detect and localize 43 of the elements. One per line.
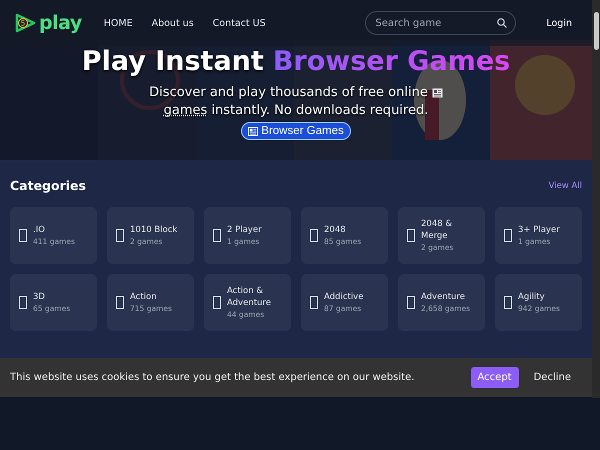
placeholder-icon [116, 296, 124, 309]
category-name: 2048 [324, 224, 347, 236]
newspaper-icon [432, 88, 443, 98]
nav-link[interactable]: About us [152, 18, 194, 28]
decline-button[interactable]: Decline [526, 367, 578, 388]
category-name: Adventure [421, 290, 466, 302]
scrollbar[interactable] [592, 0, 600, 398]
placeholder-icon [407, 296, 415, 309]
placeholder-icon [19, 229, 27, 242]
cookie-message: This website uses cookies to ensure you get the best experience on our website. [10, 372, 416, 383]
placeholder-icon [116, 229, 124, 242]
category-name: 2048 & Merge [421, 218, 453, 242]
browser-games-badge[interactable]: Browser Games [241, 122, 351, 140]
category-name: 1010 Block [130, 224, 178, 236]
category-name: Action [130, 290, 158, 302]
hero-title: Play Instant [82, 46, 264, 77]
nav-link[interactable]: HOME [104, 18, 133, 28]
hero-subtitle: games instantly. No downloads required. [164, 102, 428, 120]
placeholder-icon [407, 229, 415, 242]
search-icon[interactable] [497, 18, 508, 28]
category-name: Action & Adventure [227, 284, 272, 308]
newspaper-icon [248, 126, 258, 136]
section-title: Categories [10, 178, 86, 193]
category-name: 3+ Player [518, 224, 560, 236]
placeholder-icon [310, 296, 318, 309]
placeholder-icon [19, 296, 27, 309]
category-name: .IO [33, 224, 46, 236]
category-name: 2 Player [227, 224, 262, 236]
logo-text: play [39, 12, 82, 34]
placeholder-icon [213, 296, 221, 309]
placeholder-icon [504, 296, 512, 309]
placeholder-icon [504, 229, 512, 242]
hero-subtitle: Discover and play thousands of free online [149, 84, 428, 102]
login-button[interactable]: Login [540, 14, 578, 32]
category-name: Addictive [324, 290, 364, 302]
placeholder-icon [310, 229, 318, 242]
category-name: 3D [33, 290, 46, 302]
accept-button[interactable]: Accept [470, 367, 519, 388]
nav-link[interactable]: Contact US [212, 18, 266, 28]
placeholder-icon [213, 229, 221, 242]
category-name: Agility [518, 290, 546, 302]
search-field[interactable]: Search game [365, 11, 516, 35]
view-all-link[interactable]: View All [548, 180, 582, 190]
